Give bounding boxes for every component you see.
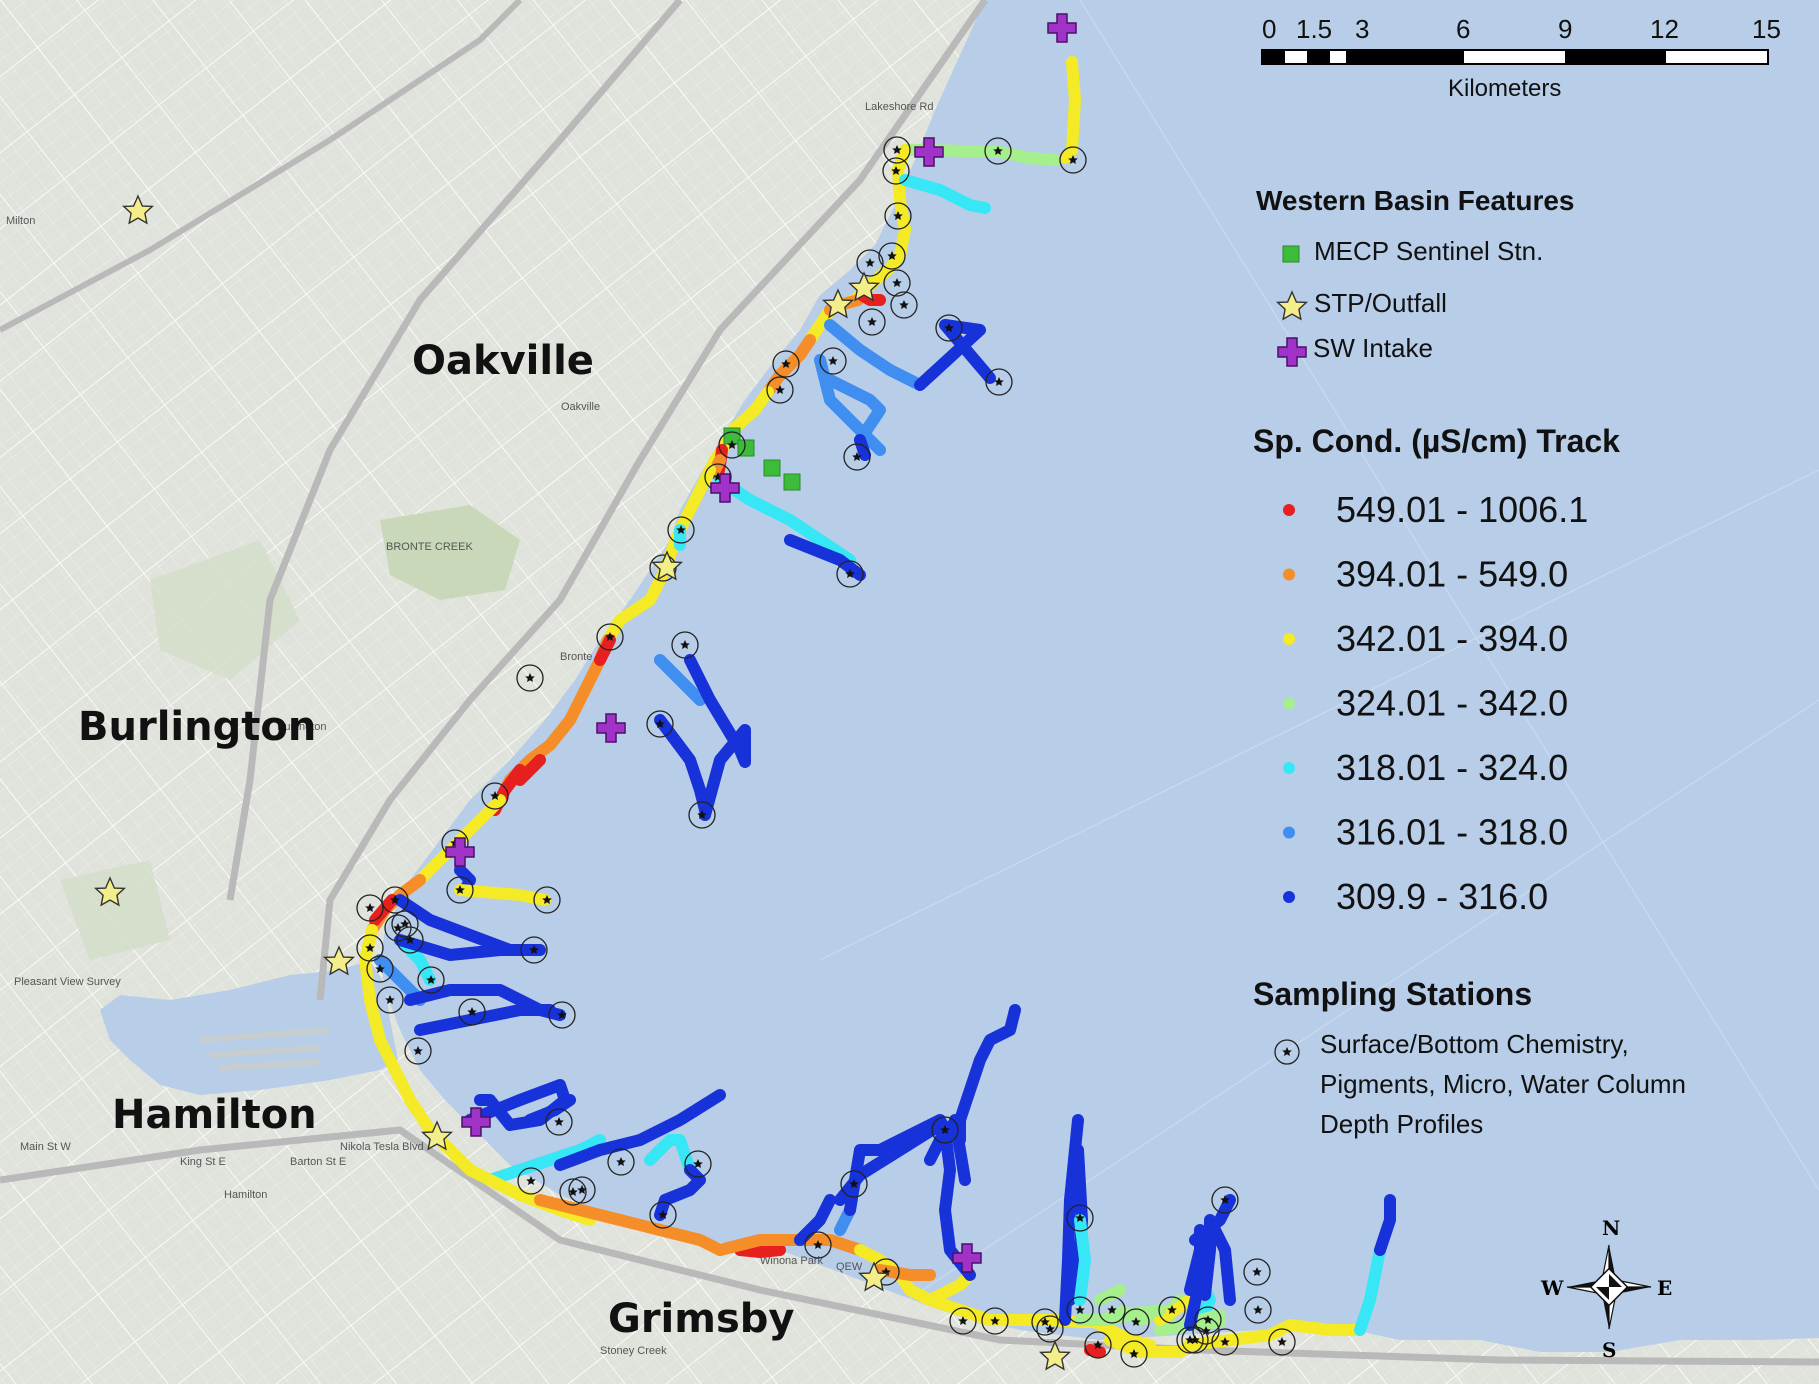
south-label: S <box>1602 1338 1616 1362</box>
city-label-grimsby: Grimsby <box>608 1296 794 1342</box>
basemap-label: Nikola Tesla Blvd <box>340 1141 424 1153</box>
east-label: E <box>1657 1276 1672 1300</box>
legend-stations-line: Depth Profiles <box>1320 1109 1483 1139</box>
city-label-hamilton: Hamilton <box>112 1092 317 1138</box>
basemap-label: Bronte <box>560 651 592 663</box>
track-class-label: 316.01 - 318.0 <box>1336 812 1568 853</box>
conductivity-track-segment <box>1074 1214 1091 1306</box>
legend-track-title: Sp. Cond. (µS/cm) Track <box>1253 423 1620 459</box>
basemap-label: Barton St E <box>290 1156 346 1168</box>
track-class-label: 394.01 - 549.0 <box>1336 554 1568 595</box>
mecp-sentinel-station-icon <box>737 439 755 457</box>
basemap-label: King St E <box>180 1156 226 1168</box>
track-class-swatch <box>1283 891 1295 903</box>
scale-tick-label: 3 <box>1355 14 1369 44</box>
conductivity-track-segment <box>734 1244 786 1258</box>
mecp-sentinel-station-icon <box>763 459 781 477</box>
scale-tick-label: 15 <box>1752 14 1781 44</box>
scale-tick-label: 0 <box>1262 14 1276 44</box>
basemap-label: QEW <box>836 1261 863 1273</box>
track-class-swatch <box>1283 633 1295 645</box>
track-class-label: 549.01 - 1006.1 <box>1336 489 1588 530</box>
mecp-sentinel-station-icon <box>783 473 801 491</box>
map-canvas: Milton Oakville Bronte BRONTE CREEK Burl… <box>0 0 1819 1384</box>
basemap-label: Hamilton <box>224 1189 267 1201</box>
north-label: N <box>1602 1216 1620 1240</box>
conductivity-track-segment <box>854 434 871 461</box>
legend-feature-label: MECP Sentinel Stn. <box>1314 236 1543 266</box>
basemap-label: Stoney Creek <box>600 1345 667 1357</box>
legend-stations-line: Surface/Bottom Chemistry, <box>1320 1029 1629 1059</box>
legend-stations-title: Sampling Stations <box>1253 976 1532 1012</box>
scale-tick-label: 6 <box>1456 14 1470 44</box>
green-square-icon <box>1282 245 1300 263</box>
basemap-label: BRONTE CREEK <box>386 541 473 553</box>
track-class-swatch <box>1283 504 1295 516</box>
legend-feature-label: SW Intake <box>1313 333 1433 363</box>
track-class-label: 309.9 - 316.0 <box>1336 876 1548 917</box>
basemap-label: Main St W <box>20 1141 71 1153</box>
scale-tick-label: 1.5 <box>1296 14 1332 44</box>
track-class-label: 318.01 - 324.0 <box>1336 747 1568 788</box>
scale-tick-label: 12 <box>1650 14 1679 44</box>
basemap-label: Milton <box>6 215 35 227</box>
conductivity-track-segment <box>1084 1344 1106 1358</box>
scale-tick-label: 9 <box>1558 14 1572 44</box>
basemap-label: Pleasant View Survey <box>14 976 121 988</box>
legend-stations-line: Pigments, Micro, Water Column <box>1320 1069 1686 1099</box>
track-class-label: 324.01 - 342.0 <box>1336 683 1568 724</box>
basemap-label: Lakeshore Rd <box>865 101 934 113</box>
legend-features-title: Western Basin Features <box>1256 185 1575 216</box>
track-class-swatch <box>1283 697 1295 710</box>
track-class-label: 342.01 - 394.0 <box>1336 618 1568 659</box>
city-label-burlington: Burlington <box>78 704 316 750</box>
track-class-swatch <box>1283 762 1295 774</box>
scale-unit-label: Kilometers <box>1448 75 1561 102</box>
conductivity-track-segment <box>1284 1319 1366 1336</box>
legend-feature-label: STP/Outfall <box>1314 288 1447 318</box>
track-class-swatch <box>1283 826 1295 839</box>
basemap-label: Oakville <box>561 401 600 413</box>
track-class-swatch <box>1283 568 1295 581</box>
west-label: W <box>1540 1276 1564 1300</box>
city-label-oakville: Oakville <box>412 338 594 384</box>
